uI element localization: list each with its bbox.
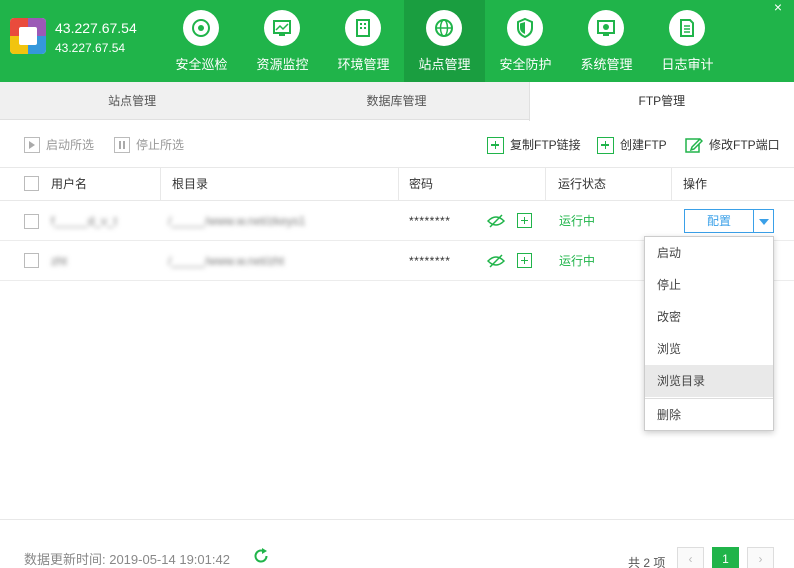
copy-ftp-link-label: 复制FTP链接 — [510, 138, 581, 152]
nav-label: 安全巡检 — [175, 57, 228, 72]
sub-tabs: 站点管理 数据库管理 FTP管理 — [0, 82, 794, 121]
nav-label: 站点管理 — [418, 57, 471, 72]
nav-log-audit[interactable]: 日志审计 — [647, 0, 728, 82]
header-root-dir: 根目录 — [172, 177, 209, 191]
row-username: f_____d_v_t — [51, 214, 118, 228]
nav-label: 日志审计 — [661, 57, 714, 72]
stop-selected-label: 停止所选 — [136, 138, 185, 152]
nav-resource-monitor[interactable]: 资源监控 — [242, 0, 323, 82]
modify-ftp-port-button[interactable]: 修改FTP端口 — [685, 136, 780, 154]
nav-system-management[interactable]: 系统管理 — [566, 0, 647, 82]
server-ip-sub: 43.227.67.54 — [55, 41, 126, 55]
menu-item-change-password[interactable]: 改密 — [645, 301, 773, 333]
toolbar: 启动所选 停止所选 复制FTP链接 创建FTP 修改FTP端口 — [0, 120, 794, 168]
create-ftp-button[interactable]: 创建FTP — [597, 136, 667, 154]
app-logo — [10, 18, 46, 54]
select-all-checkbox[interactable] — [24, 176, 39, 191]
app-header: 43.227.67.54 43.227.67.54 × 安全巡检 资源监控 环境… — [0, 0, 794, 82]
copy-password-icon[interactable] — [517, 253, 532, 268]
table-row: f_____d_v_t /_____/www.w.net/zkeys1 ****… — [0, 201, 794, 241]
stop-selected-button[interactable]: 停止所选 — [114, 136, 184, 154]
page-1-button[interactable]: 1 — [712, 547, 739, 568]
globe-icon — [426, 10, 462, 46]
total-count: 共 2 项 — [628, 556, 666, 568]
table-header: 用户名 根目录 密码 运行状态 操作 — [0, 168, 794, 201]
row-checkbox[interactable] — [24, 214, 39, 229]
copy-password-icon[interactable] — [517, 213, 532, 228]
main-nav: 安全巡检 资源监控 环境管理 站点管理 安全防护 系统管理 日志审计 — [161, 0, 728, 82]
edit-icon — [685, 136, 703, 154]
row-status: 运行中 — [559, 254, 596, 268]
monitor-chart-icon — [264, 10, 300, 46]
header-username: 用户名 — [51, 177, 88, 191]
nav-site-management[interactable]: 站点管理 — [404, 0, 485, 82]
close-button[interactable]: × — [768, 0, 788, 14]
tab-database-management[interactable]: 数据库管理 — [264, 82, 528, 119]
toggle-password-eye-icon[interactable] — [486, 213, 506, 229]
tab-site-management[interactable]: 站点管理 — [0, 82, 264, 119]
menu-item-browse-directory[interactable]: 浏览目录 — [645, 365, 773, 397]
document-icon — [669, 10, 705, 46]
nav-label: 资源监控 — [256, 57, 309, 72]
plus-box-icon — [597, 136, 614, 154]
config-dropdown-menu: 启动 停止 改密 浏览 浏览目录 删除 — [644, 236, 774, 431]
prev-page-button[interactable]: ‹ — [677, 547, 704, 568]
plus-box-icon — [487, 136, 504, 154]
nav-environment[interactable]: 环境管理 — [323, 0, 404, 82]
menu-item-delete[interactable]: 删除 — [645, 399, 773, 431]
start-selected-button[interactable]: 启动所选 — [24, 136, 94, 154]
create-ftp-label: 创建FTP — [620, 138, 667, 152]
row-username: zht — [51, 254, 68, 268]
config-dropdown-toggle[interactable] — [753, 209, 774, 233]
start-selected-label: 启动所选 — [46, 138, 95, 152]
nav-label: 安全防护 — [499, 57, 552, 72]
row-root-dir: /_____/www.w.net/zkeys1 — [168, 214, 306, 228]
row-checkbox[interactable] — [24, 253, 39, 268]
menu-item-stop[interactable]: 停止 — [645, 269, 773, 301]
row-password: ******** — [409, 254, 451, 268]
nav-security-protection[interactable]: 安全防护 — [485, 0, 566, 82]
header-password: 密码 — [409, 177, 434, 191]
row-root-dir: /_____/www.w.net/zht — [168, 254, 285, 268]
footer-divider — [0, 519, 794, 520]
system-monitor-icon — [588, 10, 624, 46]
eye-scan-icon — [183, 10, 219, 46]
building-icon — [345, 10, 381, 46]
config-button[interactable]: 配置 — [684, 209, 754, 233]
row-password: ******** — [409, 214, 451, 228]
copy-ftp-link-button[interactable]: 复制FTP链接 — [487, 136, 581, 154]
nav-label: 系统管理 — [580, 57, 633, 72]
pause-icon — [114, 137, 130, 153]
header-action: 操作 — [683, 177, 708, 191]
next-page-button[interactable]: › — [747, 547, 774, 568]
server-ip: 43.227.67.54 — [55, 20, 137, 36]
menu-item-start[interactable]: 启动 — [645, 237, 773, 269]
refresh-icon[interactable] — [252, 547, 270, 565]
update-time: 数据更新时间: 2019-05-14 19:01:42 — [24, 552, 230, 567]
modify-ftp-port-label: 修改FTP端口 — [709, 138, 780, 152]
row-status: 运行中 — [559, 214, 596, 228]
play-icon — [24, 137, 40, 153]
menu-item-browse[interactable]: 浏览 — [645, 333, 773, 365]
header-status: 运行状态 — [558, 177, 607, 191]
nav-label: 环境管理 — [337, 57, 390, 72]
nav-security-inspection[interactable]: 安全巡检 — [161, 0, 242, 82]
tab-ftp-management[interactable]: FTP管理 — [528, 82, 794, 121]
shield-icon — [507, 10, 543, 46]
toggle-password-eye-icon[interactable] — [486, 253, 506, 269]
